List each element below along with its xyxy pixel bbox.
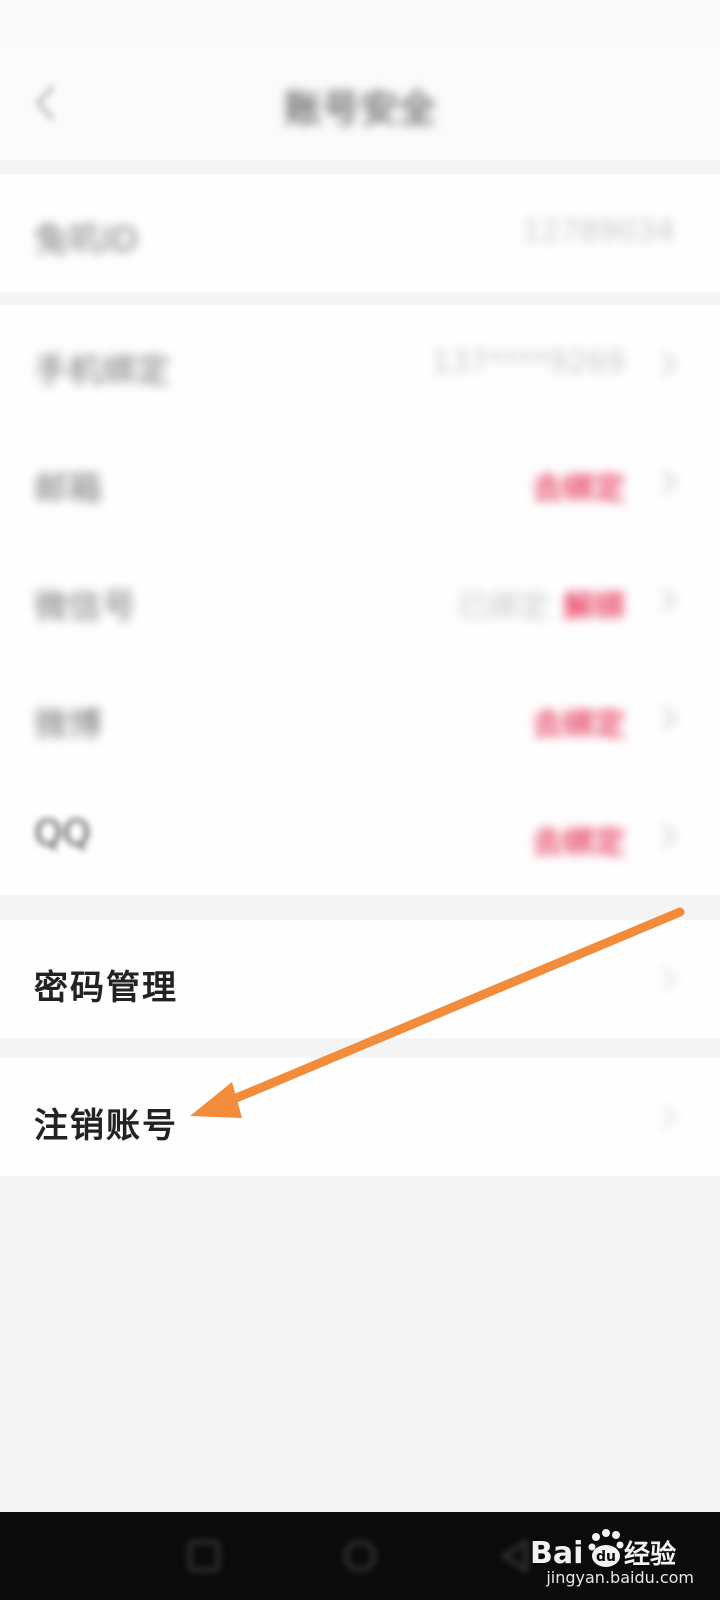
- recents-icon[interactable]: [182, 1534, 226, 1578]
- list-item-email[interactable]: 邮箱 去绑定: [0, 423, 720, 541]
- deregister-label: 注销账号: [34, 1106, 178, 1146]
- header: 账号安全: [0, 48, 720, 160]
- wechat-label: 微信号: [34, 587, 136, 627]
- deregister-group: 注销账号: [0, 1058, 720, 1176]
- chevron-right-icon: [658, 585, 680, 615]
- account-id-label: 兔叽ID: [34, 220, 139, 260]
- email-label: 邮箱: [34, 469, 102, 509]
- page-title: 账号安全: [283, 87, 436, 131]
- qq-status: 去绑定: [532, 825, 625, 861]
- chevron-right-icon: [658, 467, 680, 497]
- watermark-brand-du: du: [596, 1549, 616, 1565]
- status-bar: [0, 0, 720, 48]
- email-status: 去绑定: [532, 471, 625, 507]
- wechat-unbind[interactable]: 解绑: [563, 581, 625, 626]
- password-group: 密码管理: [0, 920, 720, 1038]
- account-id-row: 兔叽ID 12789034: [0, 174, 720, 292]
- qq-label: QQ: [34, 813, 91, 854]
- list-item-password[interactable]: 密码管理: [0, 920, 720, 1038]
- password-label: 密码管理: [34, 968, 178, 1008]
- wechat-status-bound: 已绑定: [457, 589, 550, 625]
- home-icon[interactable]: [338, 1534, 382, 1578]
- phone-label: 手机绑定: [34, 351, 170, 391]
- list-item-phone[interactable]: 手机绑定 137****9269: [0, 305, 720, 423]
- account-id-value: 12789034: [522, 214, 675, 249]
- bindings-group: 手机绑定 137****9269 邮箱 去绑定 微信号 已绑定 解绑 微博 去绑…: [0, 305, 720, 895]
- watermark-url: jingyan.baidu.com: [546, 1568, 694, 1587]
- list-item-wechat[interactable]: 微信号 已绑定 解绑: [0, 541, 720, 659]
- chevron-right-icon: [658, 821, 680, 851]
- list-item-weibo[interactable]: 微博 去绑定: [0, 659, 720, 777]
- weibo-status: 去绑定: [532, 707, 625, 743]
- watermark-suffix: 经验: [624, 1539, 676, 1570]
- chevron-right-icon: [658, 1102, 680, 1132]
- weibo-label: 微博: [34, 705, 102, 745]
- list-item-qq[interactable]: QQ 去绑定: [0, 777, 720, 895]
- account-id-group: 兔叽ID 12789034: [0, 174, 720, 292]
- chevron-right-icon: [658, 703, 680, 733]
- phone-value: 137****9269: [431, 345, 625, 380]
- chevron-right-icon: [658, 349, 680, 379]
- chevron-right-icon: [658, 964, 680, 994]
- watermark-brand: Bai: [530, 1536, 583, 1571]
- list-item-deregister[interactable]: 注销账号: [0, 1058, 720, 1176]
